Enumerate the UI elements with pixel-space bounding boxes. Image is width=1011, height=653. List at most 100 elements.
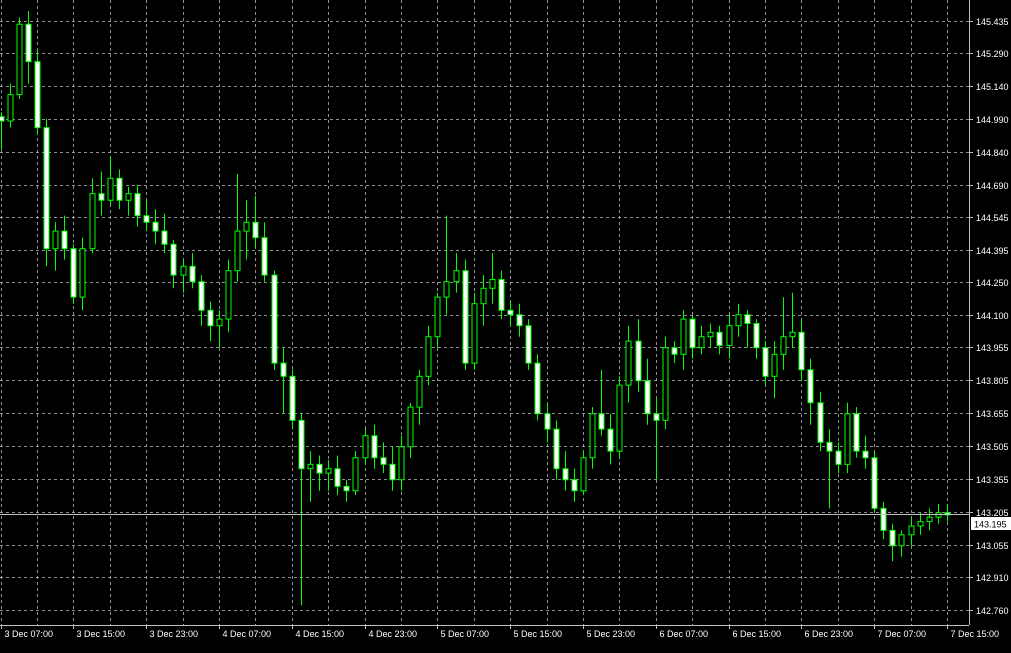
price-tick-label: 145.140 bbox=[976, 82, 1009, 92]
candle-body-bearish bbox=[554, 429, 559, 469]
candle-body-bullish bbox=[126, 194, 131, 201]
candle-body-bullish bbox=[699, 337, 704, 348]
candle-body-bearish bbox=[645, 381, 650, 414]
candle-body-bullish bbox=[226, 271, 231, 319]
price-tick-label: 143.205 bbox=[976, 508, 1009, 518]
time-tick-label: 3 Dec 23:00 bbox=[150, 629, 199, 639]
candle-body-bullish bbox=[17, 24, 22, 94]
candle-body-bullish bbox=[353, 458, 358, 491]
candle-body-bearish bbox=[153, 222, 158, 231]
price-tick-label: 142.910 bbox=[976, 573, 1009, 583]
candle-body-bearish bbox=[290, 376, 295, 420]
candle-body-bullish bbox=[736, 315, 741, 326]
candle-body-bearish bbox=[499, 279, 504, 310]
time-tick-label: 5 Dec 07:00 bbox=[441, 629, 490, 639]
candle-body-bearish bbox=[372, 436, 377, 458]
candle-body-bearish bbox=[827, 442, 832, 451]
candle-body-bearish bbox=[162, 231, 167, 244]
candle-body-bearish bbox=[517, 315, 522, 326]
price-tick-label: 144.840 bbox=[976, 148, 1009, 158]
candle-body-bearish bbox=[335, 469, 340, 487]
time-tick-label: 6 Dec 23:00 bbox=[805, 629, 854, 639]
candle-body-bearish bbox=[881, 508, 886, 530]
candle-body-bullish bbox=[845, 414, 850, 465]
candle-body-bearish bbox=[863, 451, 868, 458]
candle-body-bearish bbox=[262, 238, 267, 275]
candle-body-bullish bbox=[790, 332, 795, 336]
candle-body-bullish bbox=[53, 231, 58, 249]
time-tick-label: 3 Dec 15:00 bbox=[77, 629, 126, 639]
candle-body-bearish bbox=[526, 326, 531, 363]
candle-body-bullish bbox=[918, 522, 923, 526]
candle-body-bullish bbox=[617, 385, 622, 451]
candle-body-bullish bbox=[308, 464, 313, 468]
candle-body-bearish bbox=[190, 266, 195, 281]
candle-body-bullish bbox=[590, 414, 595, 458]
candle-body-bearish bbox=[317, 464, 322, 473]
candle-body-bearish bbox=[62, 231, 67, 249]
candle-body-bullish bbox=[426, 337, 431, 377]
candle-body-bearish bbox=[545, 414, 550, 429]
price-tick-label: 143.655 bbox=[976, 409, 1009, 419]
candle-body-bearish bbox=[99, 194, 104, 201]
candle-body-bullish bbox=[8, 95, 13, 121]
candle-body-bullish bbox=[108, 178, 113, 200]
candle-body-bearish bbox=[854, 414, 859, 451]
candle-body-bullish bbox=[235, 231, 240, 271]
candle-body-bullish bbox=[772, 354, 777, 376]
candle-body-bullish bbox=[444, 282, 449, 297]
price-tick-label: 145.435 bbox=[976, 17, 1009, 27]
candle-body-bearish bbox=[381, 458, 386, 465]
price-tick-label: 143.355 bbox=[976, 475, 1009, 485]
candle-body-bullish bbox=[217, 319, 222, 326]
candle-body-bullish bbox=[399, 447, 404, 480]
candle-body-bearish bbox=[690, 319, 695, 348]
candle-body-bullish bbox=[490, 279, 495, 288]
candle-body-bearish bbox=[35, 62, 40, 128]
candle-body-bearish bbox=[672, 348, 677, 355]
candlestick-chart[interactable]: 145.435145.290145.140144.990144.840144.6… bbox=[0, 0, 1011, 648]
candle-body-bearish bbox=[299, 420, 304, 468]
chart-background bbox=[0, 0, 1011, 648]
candle-body-bearish bbox=[608, 429, 613, 451]
candle-body-bearish bbox=[599, 414, 604, 429]
candle-body-bearish bbox=[253, 222, 258, 237]
price-tick-label: 144.990 bbox=[976, 115, 1009, 125]
candle-body-bullish bbox=[472, 304, 477, 363]
time-tick-label: 6 Dec 07:00 bbox=[660, 629, 709, 639]
candle-body-bullish bbox=[454, 271, 459, 282]
candle-body-bearish bbox=[26, 24, 31, 61]
candle-body-bearish bbox=[572, 480, 577, 491]
time-tick-label: 4 Dec 15:00 bbox=[296, 629, 345, 639]
candle-body-bullish bbox=[80, 249, 85, 297]
time-tick-label: 6 Dec 15:00 bbox=[733, 629, 782, 639]
candle-body-bearish bbox=[717, 332, 722, 345]
price-tick-label: 143.055 bbox=[976, 541, 1009, 551]
candle-body-bearish bbox=[818, 403, 823, 443]
candle-body-bullish bbox=[481, 288, 486, 303]
candle-body-bearish bbox=[390, 464, 395, 479]
candle-body-bullish bbox=[626, 341, 631, 385]
candle-body-bullish bbox=[727, 326, 732, 346]
price-tick-label: 144.395 bbox=[976, 246, 1009, 256]
time-tick-label: 5 Dec 15:00 bbox=[514, 629, 563, 639]
candle-body-bearish bbox=[508, 310, 513, 314]
current-price-tag: 143.195 bbox=[971, 517, 1011, 530]
time-tick-label: 3 Dec 07:00 bbox=[5, 629, 54, 639]
time-tick-label: 5 Dec 23:00 bbox=[587, 629, 636, 639]
candle-body-bearish bbox=[71, 249, 76, 297]
candle-body-bearish bbox=[754, 324, 759, 348]
price-tick-label: 144.545 bbox=[976, 213, 1009, 223]
candle-body-bearish bbox=[0, 117, 4, 121]
time-tick-label: 7 Dec 07:00 bbox=[878, 629, 927, 639]
candle-body-bearish bbox=[636, 341, 641, 381]
candle-body-bullish bbox=[927, 517, 932, 521]
candle-body-bearish bbox=[208, 310, 213, 325]
current-price-tag-label: 143.195 bbox=[974, 520, 1007, 530]
candle-body-bullish bbox=[781, 337, 786, 355]
price-tick-label: 144.690 bbox=[976, 181, 1009, 191]
price-tick-label: 144.100 bbox=[976, 311, 1009, 321]
candle-body-bearish bbox=[563, 469, 568, 480]
candle-body-bearish bbox=[799, 332, 804, 369]
candle-body-bearish bbox=[890, 530, 895, 545]
